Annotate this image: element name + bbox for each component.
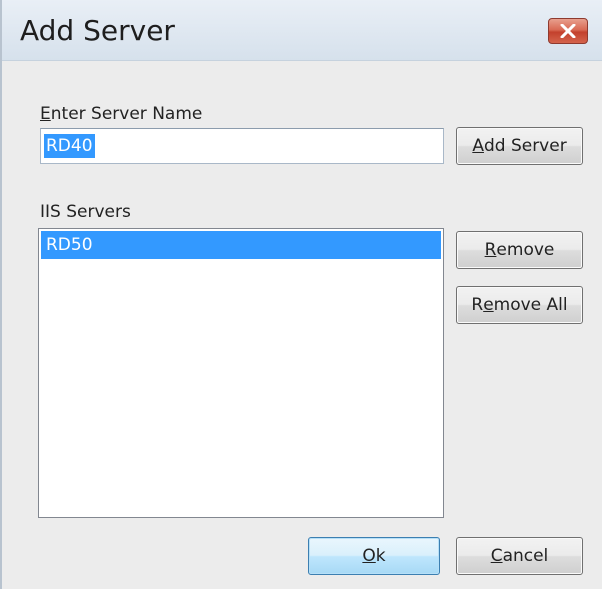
cancel-button[interactable]: Cancel: [456, 537, 583, 575]
iis-servers-label: IIS Servers: [40, 202, 131, 222]
server-name-label: Enter Server Name: [40, 104, 203, 124]
list-item-rd50[interactable]: RD50: [41, 231, 441, 259]
iis-servers-list[interactable]: RD50: [38, 228, 444, 518]
add-server-dialog: Add Server Enter Server Name RD40 Add Se…: [0, 0, 602, 589]
remove-all-button[interactable]: Re move All: [456, 286, 583, 324]
close-button[interactable]: [548, 18, 588, 44]
remove-button[interactable]: Remove: [456, 231, 583, 269]
close-icon: [560, 24, 576, 38]
ok-button[interactable]: Ok: [308, 537, 440, 575]
title-bar[interactable]: Add Server: [2, 0, 602, 61]
add-server-button[interactable]: Add Server: [456, 127, 583, 165]
dialog-title: Add Server: [20, 14, 175, 47]
server-name-input[interactable]: RD40: [40, 128, 444, 164]
server-name-value: RD40: [44, 134, 95, 158]
